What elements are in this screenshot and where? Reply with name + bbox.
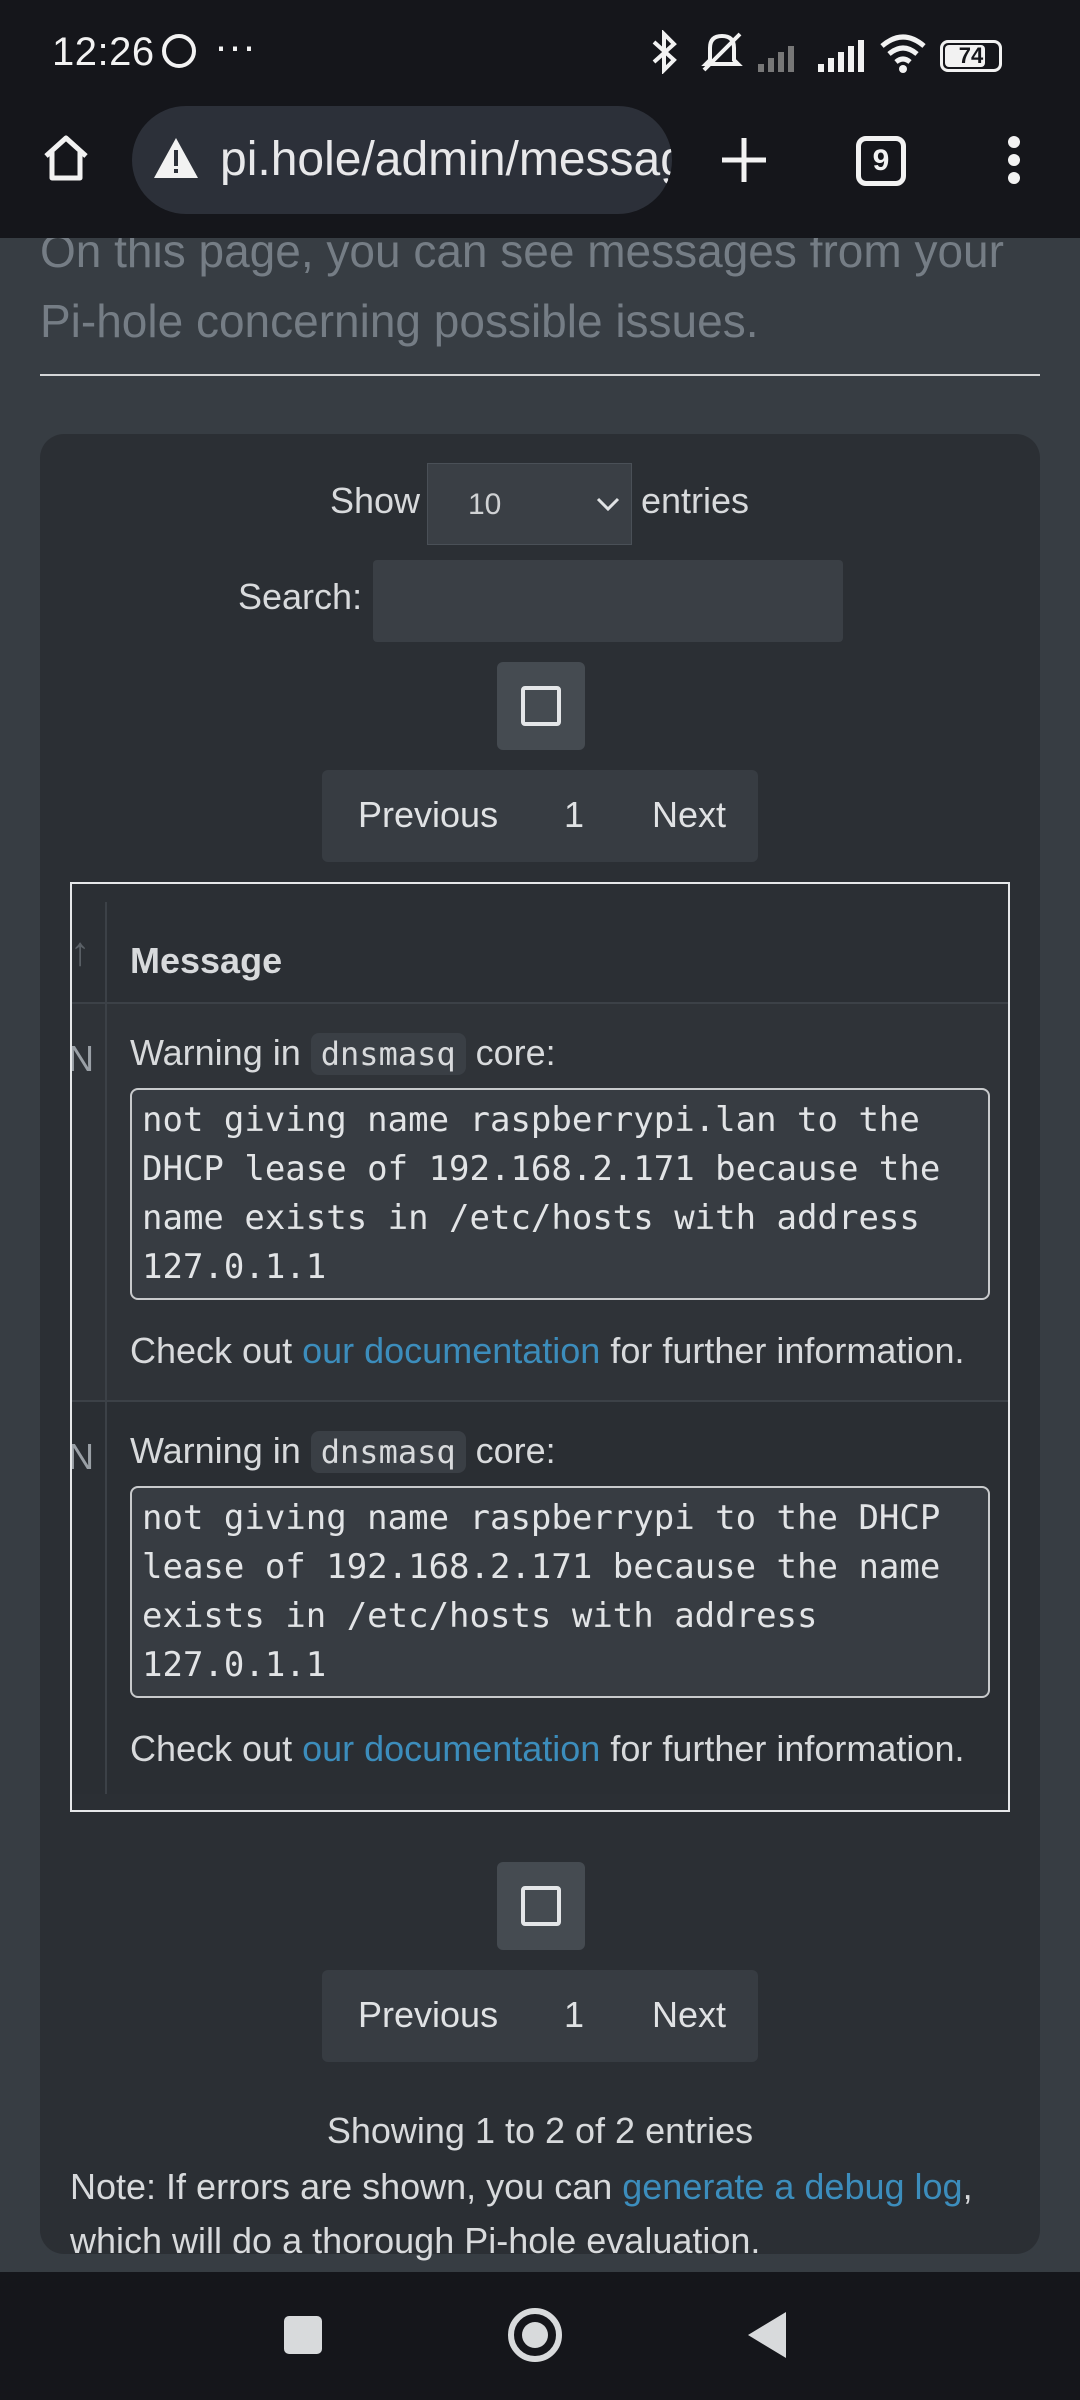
pager-page-1[interactable]: 1 — [564, 794, 584, 836]
menu-icon[interactable] — [1006, 134, 1022, 191]
search-label: Search: — [238, 576, 363, 617]
table-row: N Warning in dnsmasq core: not giving na… — [70, 1402, 1008, 1794]
message-heading: Warning in dnsmasq core: — [130, 1430, 556, 1473]
column-divider — [105, 1402, 107, 1794]
page-intro: On this page, you can see messages from … — [40, 238, 1004, 347]
battery-level: 74 — [958, 43, 984, 68]
message-help: Check out our documentation for further … — [130, 1330, 965, 1371]
tabs-icon[interactable]: 9 — [856, 136, 906, 186]
pagination-bottom: Previous 1 Next — [322, 1970, 758, 2062]
documentation-link[interactable]: our documentation — [302, 1728, 600, 1769]
messages-table: ↑ Message N Warning in dnsmasq core: not… — [70, 882, 1010, 1812]
row-type-cell: N — [70, 1038, 94, 1079]
message-help: Check out our documentation for further … — [130, 1728, 965, 1769]
table-header: ↑ Message — [72, 902, 1008, 1004]
search-input[interactable] — [373, 560, 843, 642]
whatsapp-icon — [162, 34, 196, 68]
message-heading: Warning in dnsmasq core: — [130, 1032, 556, 1075]
table-info: Showing 1 to 2 of 2 entries — [326, 2110, 754, 2151]
checkbox-icon — [521, 1886, 561, 1926]
pagination-top: Previous 1 Next — [322, 770, 758, 862]
bluetooth-icon — [650, 30, 680, 74]
entries-label: entries — [641, 480, 750, 521]
pager-next[interactable]: Next — [652, 794, 726, 836]
nav-recents-icon[interactable] — [284, 2316, 322, 2354]
documentation-link[interactable]: our documentation — [302, 1330, 600, 1371]
pager-previous[interactable]: Previous — [358, 1994, 498, 2036]
debug-note-line2: which will do a thorough Pi-hole evaluat… — [70, 2220, 761, 2261]
message-detail: not giving name raspberrypi to the DHCP … — [130, 1486, 990, 1698]
column-header-message[interactable]: Message — [130, 940, 282, 982]
code-dnsmasq: dnsmasq — [310, 1033, 466, 1075]
sort-arrow-icon[interactable]: ↑ — [72, 930, 90, 975]
pager-next[interactable]: Next — [652, 1994, 726, 2036]
new-tab-icon[interactable] — [718, 134, 770, 191]
select-all-button[interactable] — [497, 662, 585, 750]
debug-log-link[interactable]: generate a debug log — [622, 2166, 962, 2207]
debug-note: Note: If errors are shown, you can gener… — [70, 2166, 973, 2207]
entries-select-value: 10 — [468, 488, 502, 521]
signal-icon — [756, 38, 866, 72]
show-label: Show — [330, 480, 421, 521]
pager-previous[interactable]: Previous — [358, 794, 498, 836]
nav-back-icon[interactable] — [746, 2310, 788, 2365]
intro-clip: On this page, you can see messages from … — [0, 238, 1080, 378]
checkbox-icon — [521, 686, 561, 726]
row-type-cell: N — [70, 1436, 94, 1477]
status-time: 12:26 — [52, 30, 155, 74]
message-detail: not giving name raspberrypi.lan to the D… — [130, 1088, 990, 1300]
url-text: pi.hole/admin/messages.php — [220, 133, 672, 186]
battery-icon: 74 — [940, 40, 1002, 72]
warning-icon[interactable] — [152, 136, 200, 185]
address-bar[interactable]: pi.hole/admin/messages.php — [132, 106, 672, 214]
column-divider — [105, 902, 107, 1002]
nav-home-icon[interactable] — [508, 2308, 562, 2362]
pager-page-1[interactable]: 1 — [564, 1994, 584, 2036]
select-all-button-bottom[interactable] — [497, 1862, 585, 1950]
home-icon[interactable] — [40, 132, 92, 189]
chevron-down-icon — [596, 496, 620, 517]
code-dnsmasq: dnsmasq — [310, 1431, 466, 1473]
column-divider — [105, 1004, 107, 1400]
silent-icon — [698, 30, 746, 74]
wifi-icon — [880, 34, 926, 74]
entries-select[interactable]: 10 — [427, 463, 632, 545]
more-dots-icon: ··· — [214, 22, 256, 69]
divider — [40, 374, 1040, 376]
table-row: N Warning in dnsmasq core: not giving na… — [70, 1004, 1008, 1400]
